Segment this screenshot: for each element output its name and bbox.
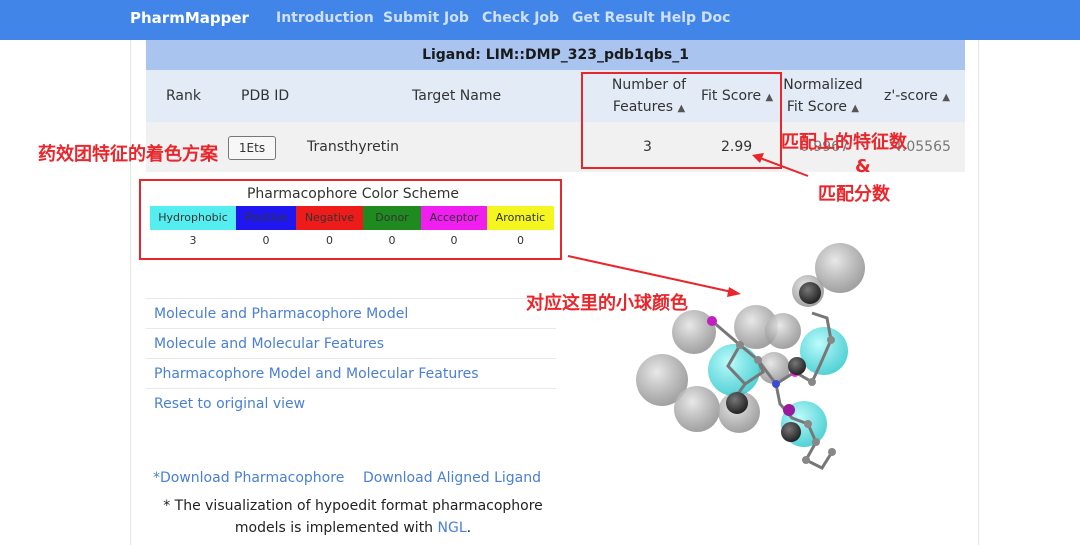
arrow-to-molecule	[567, 255, 733, 293]
annotation-arrows	[567, 153, 809, 297]
arrow-to-fit-score	[759, 157, 809, 177]
arrowhead-icon	[727, 287, 741, 297]
